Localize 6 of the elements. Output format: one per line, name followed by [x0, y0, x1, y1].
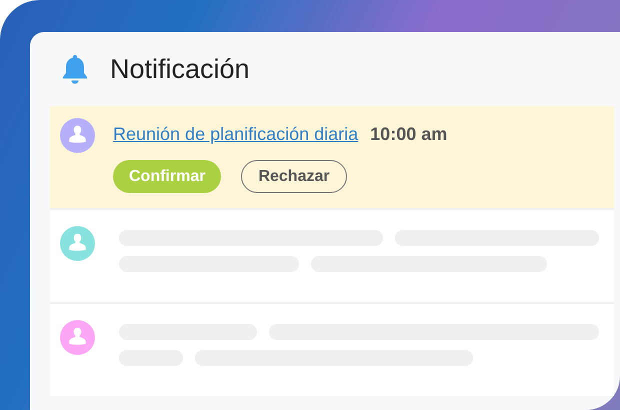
header-title: Notificación	[110, 52, 250, 86]
event-time: 10:00 am	[370, 123, 448, 146]
event-link[interactable]: Reunión de planificación diaria	[113, 121, 358, 148]
notification-item[interactable]: Reunión de planificación diaria 10:00 am Confirmar Rechazar	[50, 106, 614, 210]
reject-button[interactable]: Rechazar	[241, 160, 347, 193]
bell-icon	[60, 53, 90, 85]
